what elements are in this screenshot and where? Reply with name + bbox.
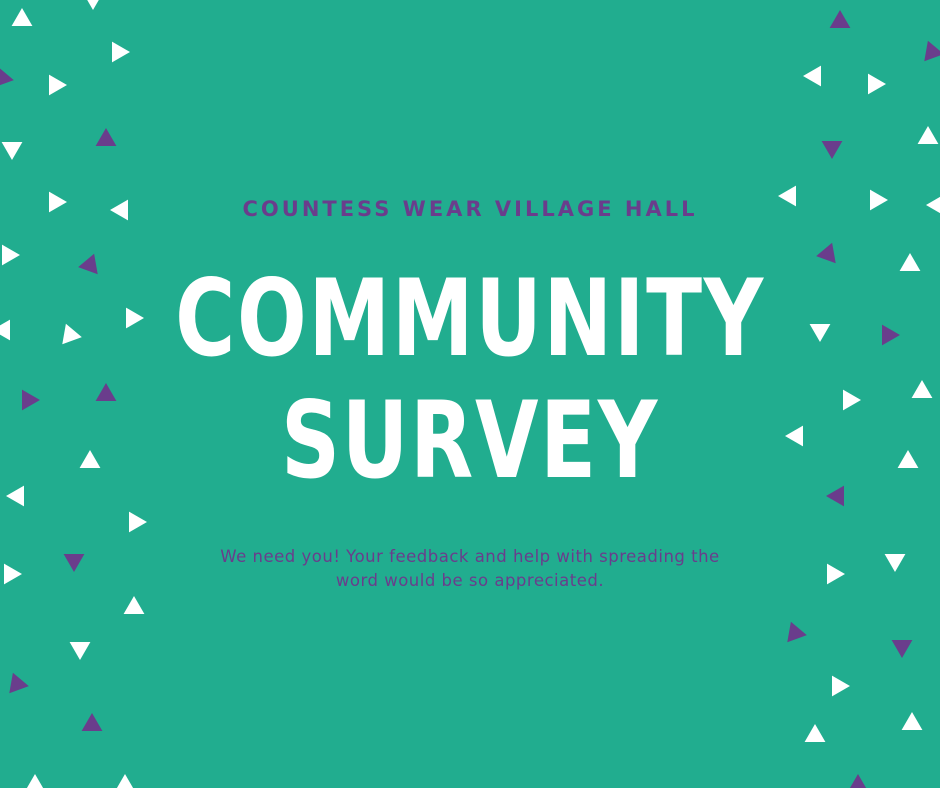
white-triangle-decoration [69,642,91,660]
purple-triangle-decoration [787,621,807,643]
white-triangle-decoration [4,563,22,585]
white-triangle-decoration [868,73,886,95]
white-triangle-decoration [0,319,11,341]
purple-triangle-decoration [829,10,851,28]
purple-triangle-decoration [9,672,29,694]
purple-triangle-decoration [891,640,913,658]
purple-triangle-decoration [22,389,40,411]
white-triangle-decoration [11,8,33,26]
white-triangle-decoration [123,596,145,614]
purple-triangle-decoration [81,713,103,731]
white-triangle-decoration [917,126,939,144]
purple-triangle-decoration [849,774,867,788]
purple-triangle-decoration [95,128,117,146]
purple-triangle-decoration [882,324,900,346]
purple-triangle-decoration [63,554,85,572]
white-triangle-decoration [87,0,99,10]
survey-message: We need you! Your feedback and help with… [220,547,720,590]
white-triangle-decoration [804,724,826,742]
white-triangle-decoration [901,712,923,730]
white-triangle-decoration [832,675,850,697]
white-triangle-decoration [116,774,134,788]
white-triangle-decoration [129,511,147,533]
headline-line-survey: SURVEY [280,379,660,502]
white-triangle-decoration [26,774,44,788]
purple-triangle-decoration [924,40,940,62]
white-triangle-decoration [49,74,67,96]
white-triangle-decoration [911,380,933,398]
organization-name: COUNTESS WEAR VILLAGE HALL [242,197,698,221]
white-triangle-decoration [899,253,921,271]
headline: COMMUNITY SURVEY [66,258,874,502]
white-triangle-decoration [884,554,906,572]
white-triangle-decoration [5,485,25,507]
white-triangle-decoration [2,244,20,266]
white-triangle-decoration [827,563,845,585]
white-triangle-decoration [897,450,919,468]
purple-triangle-decoration [821,141,843,159]
white-triangle-decoration [803,65,821,87]
white-triangle-decoration [1,142,23,160]
white-triangle-decoration [112,41,130,63]
purple-triangle-decoration [0,66,14,88]
headline-line-community: COMMUNITY [175,257,765,380]
